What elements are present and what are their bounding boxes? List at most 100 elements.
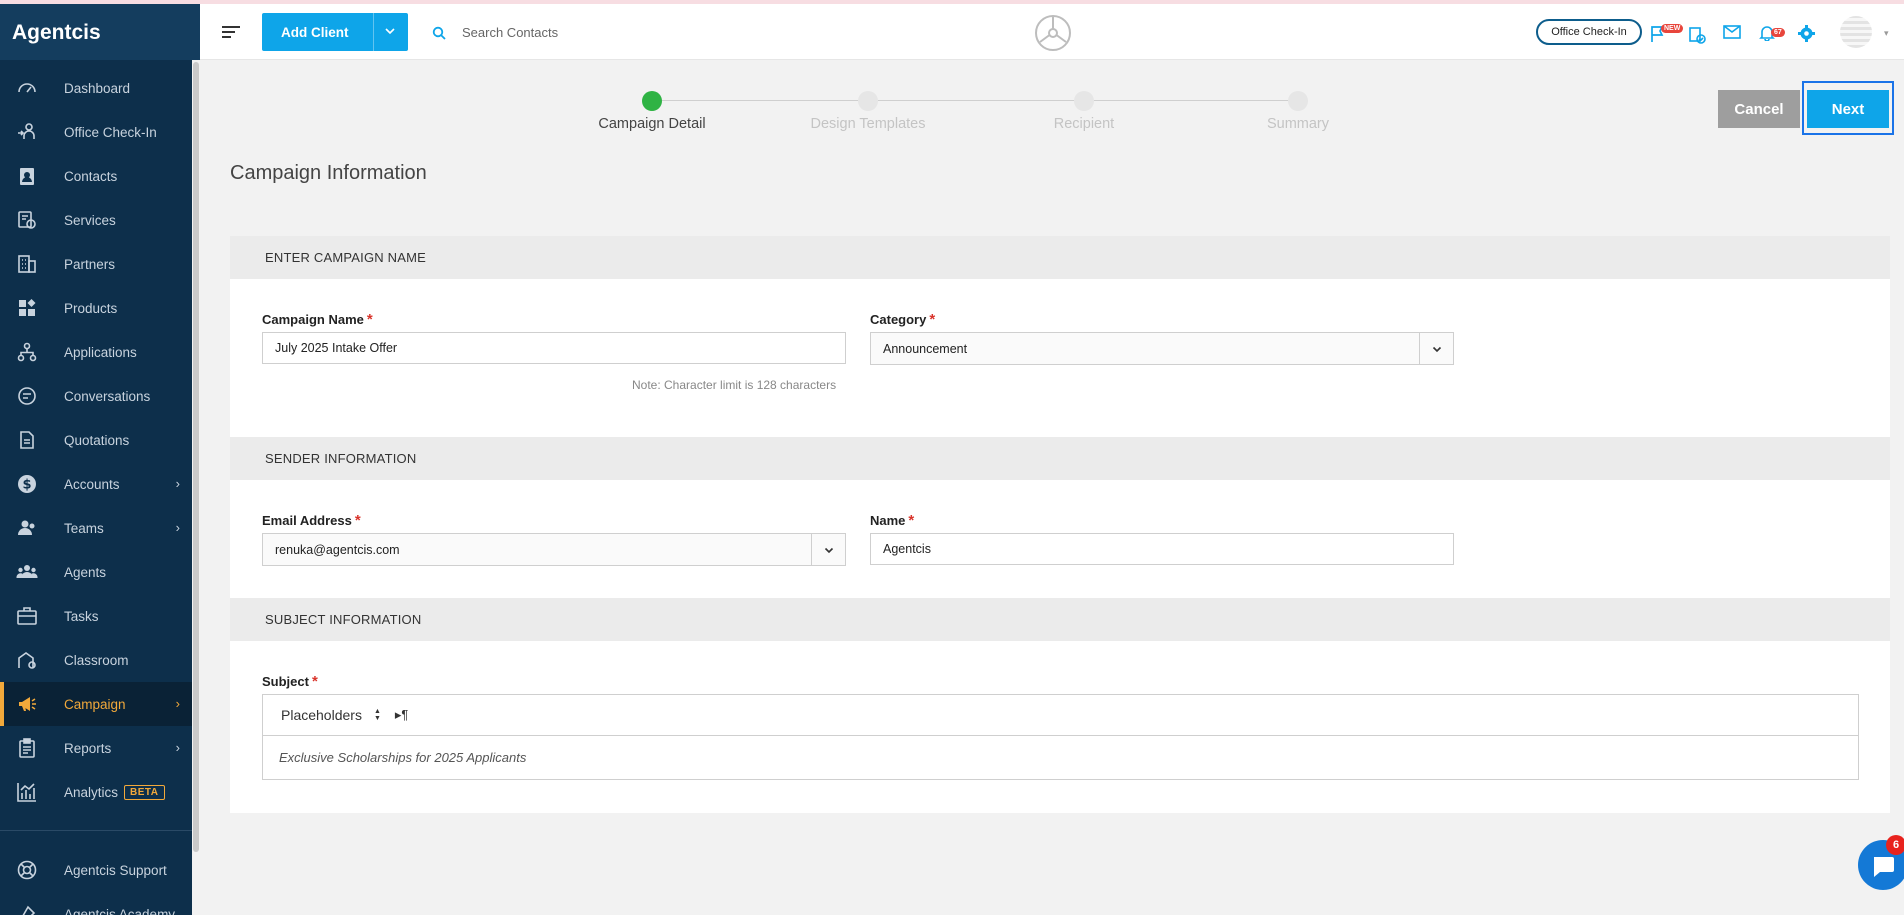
sidebar-item-label: Office Check-In (64, 124, 157, 140)
subject-editor-content[interactable]: Exclusive Scholarships for 2025 Applican… (263, 736, 1858, 765)
text-direction-ltr-icon[interactable]: ▸¶ (395, 707, 409, 723)
sidebar-item-label: Services (64, 212, 116, 228)
sidebar-item-applications[interactable]: Applications (0, 330, 192, 374)
sender-name-label: Name * (870, 512, 915, 529)
sidebar-item-agentcis-academy[interactable]: Agentcis Academy (0, 892, 192, 915)
menu-toggle-icon[interactable] (222, 26, 240, 41)
next-button[interactable]: Next (1807, 90, 1889, 128)
email-address-select[interactable]: renuka@agentcis.com (262, 533, 846, 566)
step-dot-summary[interactable] (1288, 91, 1308, 111)
sidebar-item-partners[interactable]: Partners (0, 242, 192, 286)
sender-name-input[interactable] (870, 533, 1454, 565)
team-icon (16, 517, 38, 539)
sidebar-item-accounts[interactable]: $ Accounts › (0, 462, 192, 506)
agency-logo-icon (1034, 14, 1072, 57)
sidebar-nav: Dashboard Office Check-In Contacts Servi… (0, 66, 192, 814)
sidebar-item-label: Tasks (64, 608, 99, 624)
beta-badge: BETA (124, 784, 165, 800)
step-dot-recipient[interactable] (1074, 91, 1094, 111)
cancel-button[interactable]: Cancel (1718, 90, 1800, 128)
megaphone-icon (16, 693, 38, 715)
brand-logo[interactable]: Agentcis (0, 4, 200, 60)
mail-icon[interactable] (1723, 25, 1741, 44)
step-label-recipient[interactable]: Recipient (1004, 116, 1164, 132)
step-label-summary[interactable]: Summary (1218, 116, 1378, 132)
svg-text:$: $ (22, 478, 31, 493)
step-dot-campaign-detail[interactable] (642, 91, 662, 111)
category-select[interactable]: Announcement (870, 332, 1454, 365)
sidebar-item-label: Conversations (64, 388, 151, 404)
avatar[interactable] (1840, 16, 1872, 48)
campaign-name-label: Campaign Name * (262, 311, 373, 328)
subject-label: Subject * (262, 673, 318, 690)
sidebar-item-teams[interactable]: Teams › (0, 506, 192, 550)
sidebar-item-contacts[interactable]: Contacts (0, 154, 192, 198)
sidebar-item-reports[interactable]: Reports › (0, 726, 192, 770)
step-connector (878, 100, 1074, 101)
sidebar-item-agents[interactable]: Agents (0, 550, 192, 594)
add-client-button[interactable]: Add Client (262, 13, 408, 51)
step-dot-design-templates[interactable] (858, 91, 878, 111)
step-connector (1094, 100, 1288, 101)
subject-editor: Placeholders ▲ ▼ ▸¶ Exclusive Scholarship… (262, 694, 1859, 780)
chevron-down-icon[interactable] (384, 25, 396, 40)
required-asterisk: * (354, 512, 361, 529)
chevron-down-icon[interactable] (1419, 333, 1453, 364)
page-title: Campaign Information (230, 162, 427, 184)
sidebar-scrollbar-thumb[interactable] (193, 62, 199, 852)
chevron-down-icon[interactable] (811, 534, 845, 565)
sidebar-item-label: Quotations (64, 432, 130, 448)
section-heading-subject: SUBJECT INFORMATION (230, 598, 1890, 641)
checkin-icon (16, 121, 38, 143)
sidebar-item-dashboard[interactable]: Dashboard (0, 66, 192, 110)
gauge-icon (16, 77, 38, 99)
sidebar-item-label: Products (64, 300, 118, 316)
chevron-down-icon[interactable]: ▾ (1884, 28, 1889, 39)
sidebar-item-agentcis-support[interactable]: Agentcis Support (0, 848, 192, 892)
building-icon (16, 253, 38, 275)
sidebar-item-classroom[interactable]: Classroom (0, 638, 192, 682)
chevron-right-icon: › (175, 520, 180, 535)
sidebar-item-office-check-in[interactable]: Office Check-In (0, 110, 192, 154)
step-label-design-templates[interactable]: Design Templates (788, 116, 948, 132)
required-asterisk: * (366, 311, 373, 328)
placeholders-dropdown[interactable]: Placeholders ▲ ▼ (281, 707, 381, 723)
briefcase-icon (16, 605, 38, 627)
section-heading-sender: SENDER INFORMATION (230, 437, 1890, 480)
search-input[interactable] (462, 20, 782, 44)
dollar-icon: $ (16, 473, 38, 495)
sidebar-item-services[interactable]: Services (0, 198, 192, 242)
search-icon[interactable] (432, 26, 446, 45)
office-check-in-button[interactable]: Office Check-In (1536, 19, 1642, 45)
sidebar-item-label: Reports (64, 740, 112, 756)
chat-bubble-icon (16, 385, 38, 407)
classroom-icon (16, 649, 38, 671)
task-check-icon[interactable] (1688, 26, 1706, 49)
add-client-label: Add Client (281, 24, 349, 40)
campaign-name-input[interactable] (262, 332, 846, 364)
email-address-label: Email Address * (262, 512, 361, 529)
sidebar-item-analytics[interactable]: Analytics BETA (0, 770, 192, 814)
top-header: Add Client Office Check-In NEW 67 ▾ (200, 4, 1904, 60)
character-limit-note: Note: Character limit is 128 characters (632, 378, 837, 392)
gear-icon[interactable] (1798, 25, 1815, 47)
email-selected-value: renuka@agentcis.com (275, 543, 400, 557)
sidebar-item-conversations[interactable]: Conversations (0, 374, 192, 418)
sidebar-item-campaign[interactable]: Campaign › (0, 682, 192, 726)
section-heading-campaign: ENTER CAMPAIGN NAME (230, 236, 1890, 279)
sidebar-item-quotations[interactable]: Quotations (0, 418, 192, 462)
new-badge: NEW (1661, 24, 1684, 33)
sidebar-item-tasks[interactable]: Tasks (0, 594, 192, 638)
step-label-campaign-detail[interactable]: Campaign Detail (572, 116, 732, 132)
sidebar-item-label: Contacts (64, 168, 118, 184)
agents-icon (16, 561, 38, 583)
sidebar-item-label: Accounts (64, 476, 120, 492)
required-asterisk: * (908, 512, 915, 529)
sidebar-item-label: Agentcis Support (64, 862, 167, 878)
sidebar-item-products[interactable]: Products (0, 286, 192, 330)
sidebar-item-label: Campaign (64, 696, 126, 712)
chevron-right-icon: › (175, 476, 180, 491)
document-icon (16, 429, 38, 451)
sidebar-item-label: Teams (64, 520, 104, 536)
category-label: Category * (870, 311, 936, 328)
